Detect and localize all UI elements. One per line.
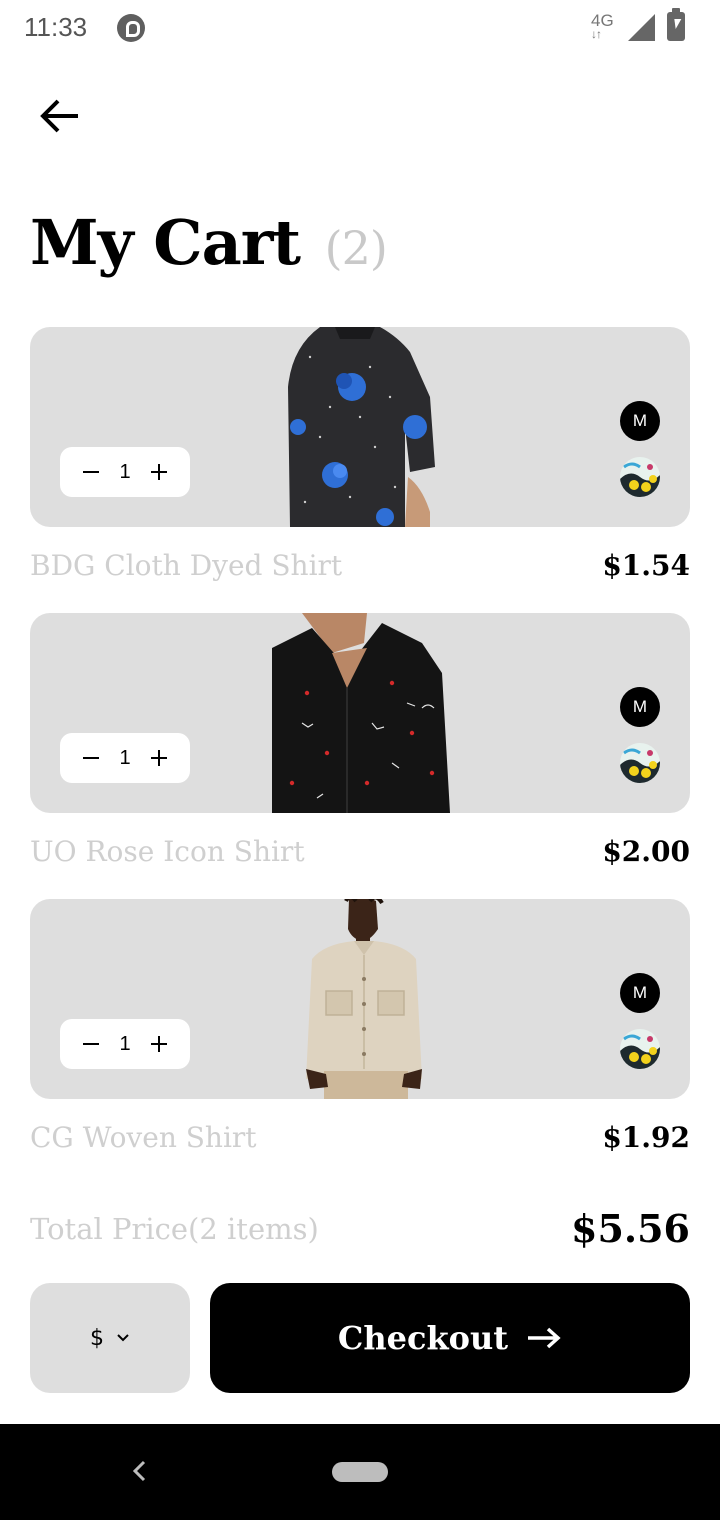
status-bar: 11:33 4G ↓↑ — [0, 0, 720, 56]
battery-charging-icon — [667, 8, 685, 41]
currency-value: $ — [90, 1325, 104, 1351]
size-badge[interactable]: M — [620, 401, 660, 441]
size-badge[interactable]: M — [620, 687, 660, 727]
status-time: 11:33 — [24, 12, 88, 42]
checkout-label: Checkout — [337, 1319, 509, 1357]
increase-quantity-button[interactable] — [148, 461, 170, 483]
cart-item: 1 M BDG Cloth Dyed Shirt $1.54 — [30, 327, 690, 582]
quantity-value: 1 — [119, 460, 131, 483]
app-notification-icon — [117, 14, 145, 42]
item-name: UO Rose Icon Shirt — [30, 835, 305, 868]
decrease-quantity-button[interactable] — [80, 747, 102, 769]
product-card[interactable]: 1 M — [30, 899, 690, 1099]
decrease-quantity-button[interactable] — [80, 461, 102, 483]
increase-quantity-button[interactable] — [148, 1033, 170, 1055]
size-badge[interactable]: M — [620, 973, 660, 1013]
product-card[interactable]: 1 M — [30, 613, 690, 813]
chevron-left-icon — [132, 1460, 146, 1482]
arrow-left-icon — [40, 99, 78, 133]
item-price: $2.00 — [602, 835, 690, 868]
network-indicator: 4G ↓↑ — [591, 12, 614, 41]
cart-count: (2) — [324, 221, 388, 275]
item-price: $1.92 — [602, 1121, 690, 1154]
system-back-button[interactable] — [122, 1454, 156, 1488]
signal-icon — [628, 14, 655, 41]
decrease-quantity-button[interactable] — [80, 1033, 102, 1055]
increase-quantity-button[interactable] — [148, 747, 170, 769]
product-image[interactable] — [272, 613, 450, 813]
product-image[interactable] — [304, 899, 428, 1099]
quantity-stepper: 1 — [60, 447, 190, 497]
color-swatch[interactable] — [620, 1029, 660, 1069]
item-name: CG Woven Shirt — [30, 1121, 257, 1154]
product-image[interactable] — [280, 327, 440, 527]
item-price: $1.54 — [602, 549, 690, 582]
arrow-right-icon — [528, 1327, 561, 1349]
chevron-down-icon — [117, 1334, 129, 1342]
item-name: BDG Cloth Dyed Shirt — [30, 549, 343, 582]
system-nav-bar — [0, 1424, 720, 1520]
cart-item: 1 M UO Rose Icon Shirt $2.00 — [30, 613, 690, 868]
quantity-stepper: 1 — [60, 733, 190, 783]
total-price-label: Total Price(2 items) — [30, 1212, 319, 1246]
quantity-stepper: 1 — [60, 1019, 190, 1069]
total-price-value: $5.56 — [571, 1206, 690, 1251]
page-title-text: My Cart — [30, 206, 301, 279]
currency-select[interactable]: $ — [30, 1283, 190, 1393]
checkout-button[interactable]: Checkout — [210, 1283, 690, 1393]
color-swatch[interactable] — [620, 457, 660, 497]
quantity-value: 1 — [119, 746, 131, 769]
system-home-pill[interactable] — [332, 1462, 388, 1482]
product-card[interactable]: 1 M — [30, 327, 690, 527]
color-swatch[interactable] — [620, 743, 660, 783]
data-arrows-icon: ↓↑ — [591, 27, 602, 41]
back-button[interactable] — [32, 88, 88, 144]
page-title: My Cart (2) — [30, 206, 388, 279]
quantity-value: 1 — [119, 1032, 131, 1055]
cart-item: 1 M CG Woven Shirt $1.92 — [30, 899, 690, 1154]
